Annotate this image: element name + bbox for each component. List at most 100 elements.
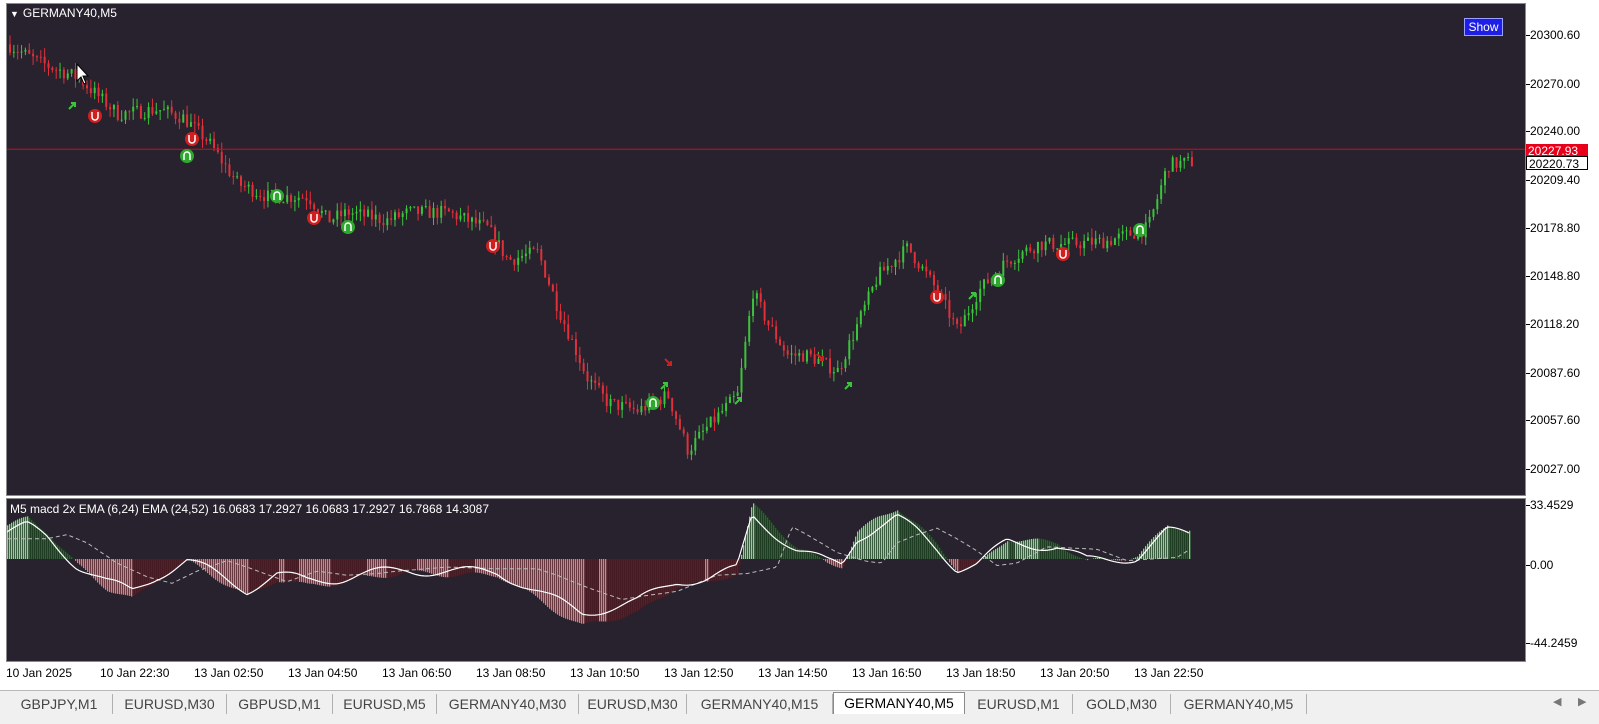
candle <box>663 385 666 408</box>
macd-bar <box>479 559 481 573</box>
macd-bar <box>345 559 347 583</box>
macd-bar <box>109 559 111 593</box>
chart-tab[interactable]: EURUSD,M30 <box>579 694 687 714</box>
macd-bar <box>513 559 515 585</box>
chart-tab[interactable]: GERMANY40,M30 <box>437 694 579 714</box>
macd-bar <box>103 559 105 589</box>
time-axis[interactable]: 10 Jan 2025 10 Jan 22:30 13 Jan 02:50 13 Ja… <box>6 663 1526 685</box>
price-axis[interactable]: 20300.60 20270.00 20240.00 20209.40 20178.80… <box>1525 3 1599 496</box>
macd-bar <box>1053 542 1055 559</box>
macd-bar <box>605 559 607 622</box>
macd-indicator-pane[interactable]: M5 macd 2x EMA (6,24) EMA (24,52) 16.068… <box>6 498 1526 662</box>
macd-bar <box>1095 558 1097 559</box>
symbol-label[interactable]: ▼ GERMANY40,M5 <box>10 6 117 20</box>
chart-tab[interactable]: GERMANY40,M15 <box>687 694 833 714</box>
macd-bar <box>339 559 341 585</box>
candle <box>1171 155 1174 172</box>
candle <box>463 212 466 223</box>
chart-tab[interactable]: GERMANY40,M5 <box>1171 694 1307 714</box>
macd-bar <box>387 559 389 578</box>
arrow-right-icon[interactable]: ▶ <box>1578 695 1586 708</box>
macd-bar <box>659 559 661 599</box>
macd-axis[interactable]: 33.4529 0.00 -44.2459 <box>1525 498 1599 662</box>
candle <box>1121 224 1124 241</box>
triangle-down-icon[interactable]: ▼ <box>10 9 19 19</box>
candle <box>59 62 62 79</box>
macd-bar <box>399 559 401 575</box>
candle <box>1033 248 1036 260</box>
candle <box>474 209 477 228</box>
candle <box>617 399 620 416</box>
candle <box>305 190 308 210</box>
price-chart-pane[interactable]: ▼ GERMANY40,M5 Show <box>6 3 1526 496</box>
candle <box>902 239 905 269</box>
macd-bar <box>1189 530 1191 559</box>
price-tick-label: 20027.00 <box>1525 462 1581 476</box>
candle <box>243 180 246 192</box>
macd-canvas[interactable] <box>7 499 1525 661</box>
candle <box>367 206 370 218</box>
macd-bar <box>809 551 811 559</box>
candle <box>775 320 778 344</box>
candle <box>1156 194 1159 215</box>
macd-bar <box>471 559 473 573</box>
chart-tab[interactable]: GBPJPY,M1 <box>6 694 113 714</box>
macd-bar <box>953 559 955 568</box>
candle <box>1044 235 1047 256</box>
macd-bar <box>829 559 831 565</box>
macd-bar <box>969 559 971 568</box>
macd-bar <box>287 559 289 583</box>
arrow-left-icon[interactable]: ◀ <box>1553 695 1561 708</box>
macd-bar <box>765 515 767 559</box>
macd-bar <box>705 559 707 582</box>
macd-bar <box>549 559 551 609</box>
candle <box>544 259 547 279</box>
macd-bar <box>603 559 605 622</box>
macd-bar <box>125 559 127 596</box>
chart-tab[interactable]: EURUSD,M5 <box>333 694 437 714</box>
macd-bar <box>947 559 949 560</box>
candle <box>1048 237 1051 244</box>
macd-bar <box>347 559 349 582</box>
macd-bar <box>915 522 917 559</box>
candle <box>378 212 381 231</box>
candle <box>163 100 165 111</box>
macd-bar <box>241 559 243 592</box>
candle <box>93 81 96 100</box>
time-tick-label: 13 Jan 06:50 <box>382 666 452 680</box>
chart-tab[interactable]: GOLD,M30 <box>1073 694 1171 714</box>
macd-bar <box>397 559 399 576</box>
candle <box>752 290 755 323</box>
show-button[interactable]: Show <box>1464 18 1503 36</box>
down-arrow-icon <box>664 358 672 366</box>
macd-bar <box>903 515 905 559</box>
candle <box>186 105 189 128</box>
sell-signal-icon <box>88 109 102 123</box>
macd-bar <box>411 559 413 571</box>
macd-bar <box>389 559 391 578</box>
macd-bar <box>585 559 587 624</box>
macd-bar <box>337 559 339 586</box>
chart-tab[interactable]: GBPUSD,M1 <box>227 694 333 714</box>
chart-tab[interactable]: GERMANY40,M5 <box>833 692 965 715</box>
macd-bar <box>107 559 109 592</box>
chart-tab[interactable]: EURUSD,M30 <box>113 694 227 714</box>
candle <box>1133 234 1136 239</box>
macd-bar <box>285 559 287 583</box>
chart-tab-bar: GBPJPY,M1 EURUSD,M30 GBPUSD,M1 EURUSD,M5 GER… <box>0 690 1599 715</box>
macd-bar <box>171 559 173 573</box>
candle <box>913 251 916 269</box>
candle <box>605 385 608 413</box>
candle <box>132 98 135 120</box>
macd-bar <box>1013 541 1015 559</box>
chart-tab[interactable]: EURUSD,M1 <box>965 694 1073 714</box>
candle <box>925 259 928 278</box>
candle <box>586 362 589 390</box>
price-chart-canvas[interactable] <box>7 4 1525 495</box>
macd-bar <box>79 559 81 565</box>
macd-bar <box>637 559 639 611</box>
up-arrow-icon <box>968 292 976 300</box>
macd-bar <box>223 559 225 585</box>
macd-bar <box>837 559 839 568</box>
price-tick-label: 20270.00 <box>1525 76 1581 91</box>
